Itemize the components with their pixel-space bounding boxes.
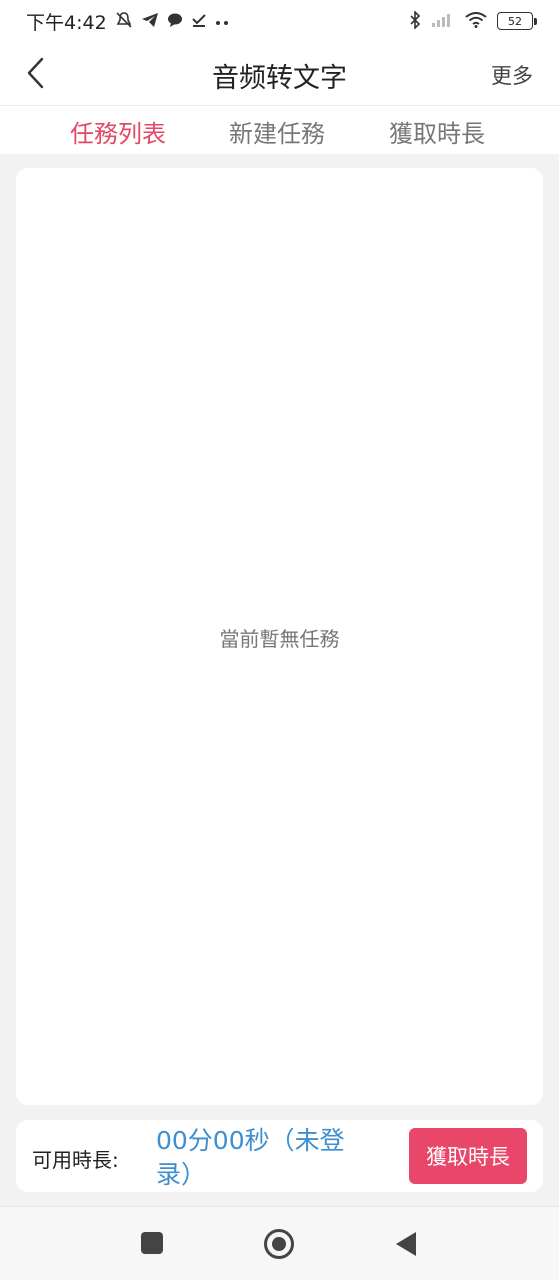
status-time: 下午4:42 xyxy=(26,11,107,34)
tab-bar: 任務列表 新建任務 獲取時長 xyxy=(0,106,559,154)
tab-new-task[interactable]: 新建任務 xyxy=(229,114,325,149)
get-duration-button[interactable]: 獲取時長 xyxy=(409,1128,527,1184)
square-icon xyxy=(141,1232,163,1254)
available-duration-value: 00分00秒（未登录） xyxy=(156,1126,345,1189)
duration-bar: 可用時長: 00分00秒（未登录） 獲取時長 xyxy=(16,1120,543,1192)
more-dots-icon xyxy=(215,13,229,29)
status-bar-right: 52 xyxy=(409,9,537,32)
empty-state-text: 當前暫無任務 xyxy=(219,627,340,651)
system-nav-bar xyxy=(0,1206,559,1280)
home-circle-icon xyxy=(264,1229,294,1259)
status-bar-left: 下午4:42 xyxy=(26,8,229,35)
telegram-icon xyxy=(141,12,159,31)
status-bar: 下午4:42 52 xyxy=(0,0,559,42)
system-back-button[interactable] xyxy=(394,1231,418,1261)
mute-bell-icon xyxy=(115,11,133,32)
home-button[interactable] xyxy=(263,1228,295,1264)
available-duration-label: 可用時長: xyxy=(32,1148,119,1172)
app-header: 音频转文字 更多 xyxy=(0,42,559,106)
tab-get-duration[interactable]: 獲取時長 xyxy=(389,114,485,149)
recent-apps-button[interactable] xyxy=(140,1231,164,1259)
download-done-icon xyxy=(191,12,207,31)
chat-icon xyxy=(167,12,183,31)
signal-icon xyxy=(431,12,455,31)
task-list-panel: 當前暫無任務 xyxy=(16,168,543,1105)
battery-indicator: 52 xyxy=(497,12,537,30)
page-title: 音频转文字 xyxy=(212,63,347,94)
bluetooth-icon xyxy=(409,9,421,32)
triangle-back-icon xyxy=(396,1232,416,1256)
tab-task-list[interactable]: 任務列表 xyxy=(70,114,166,149)
wifi-icon xyxy=(465,11,487,31)
more-button[interactable]: 更多 xyxy=(491,60,533,90)
